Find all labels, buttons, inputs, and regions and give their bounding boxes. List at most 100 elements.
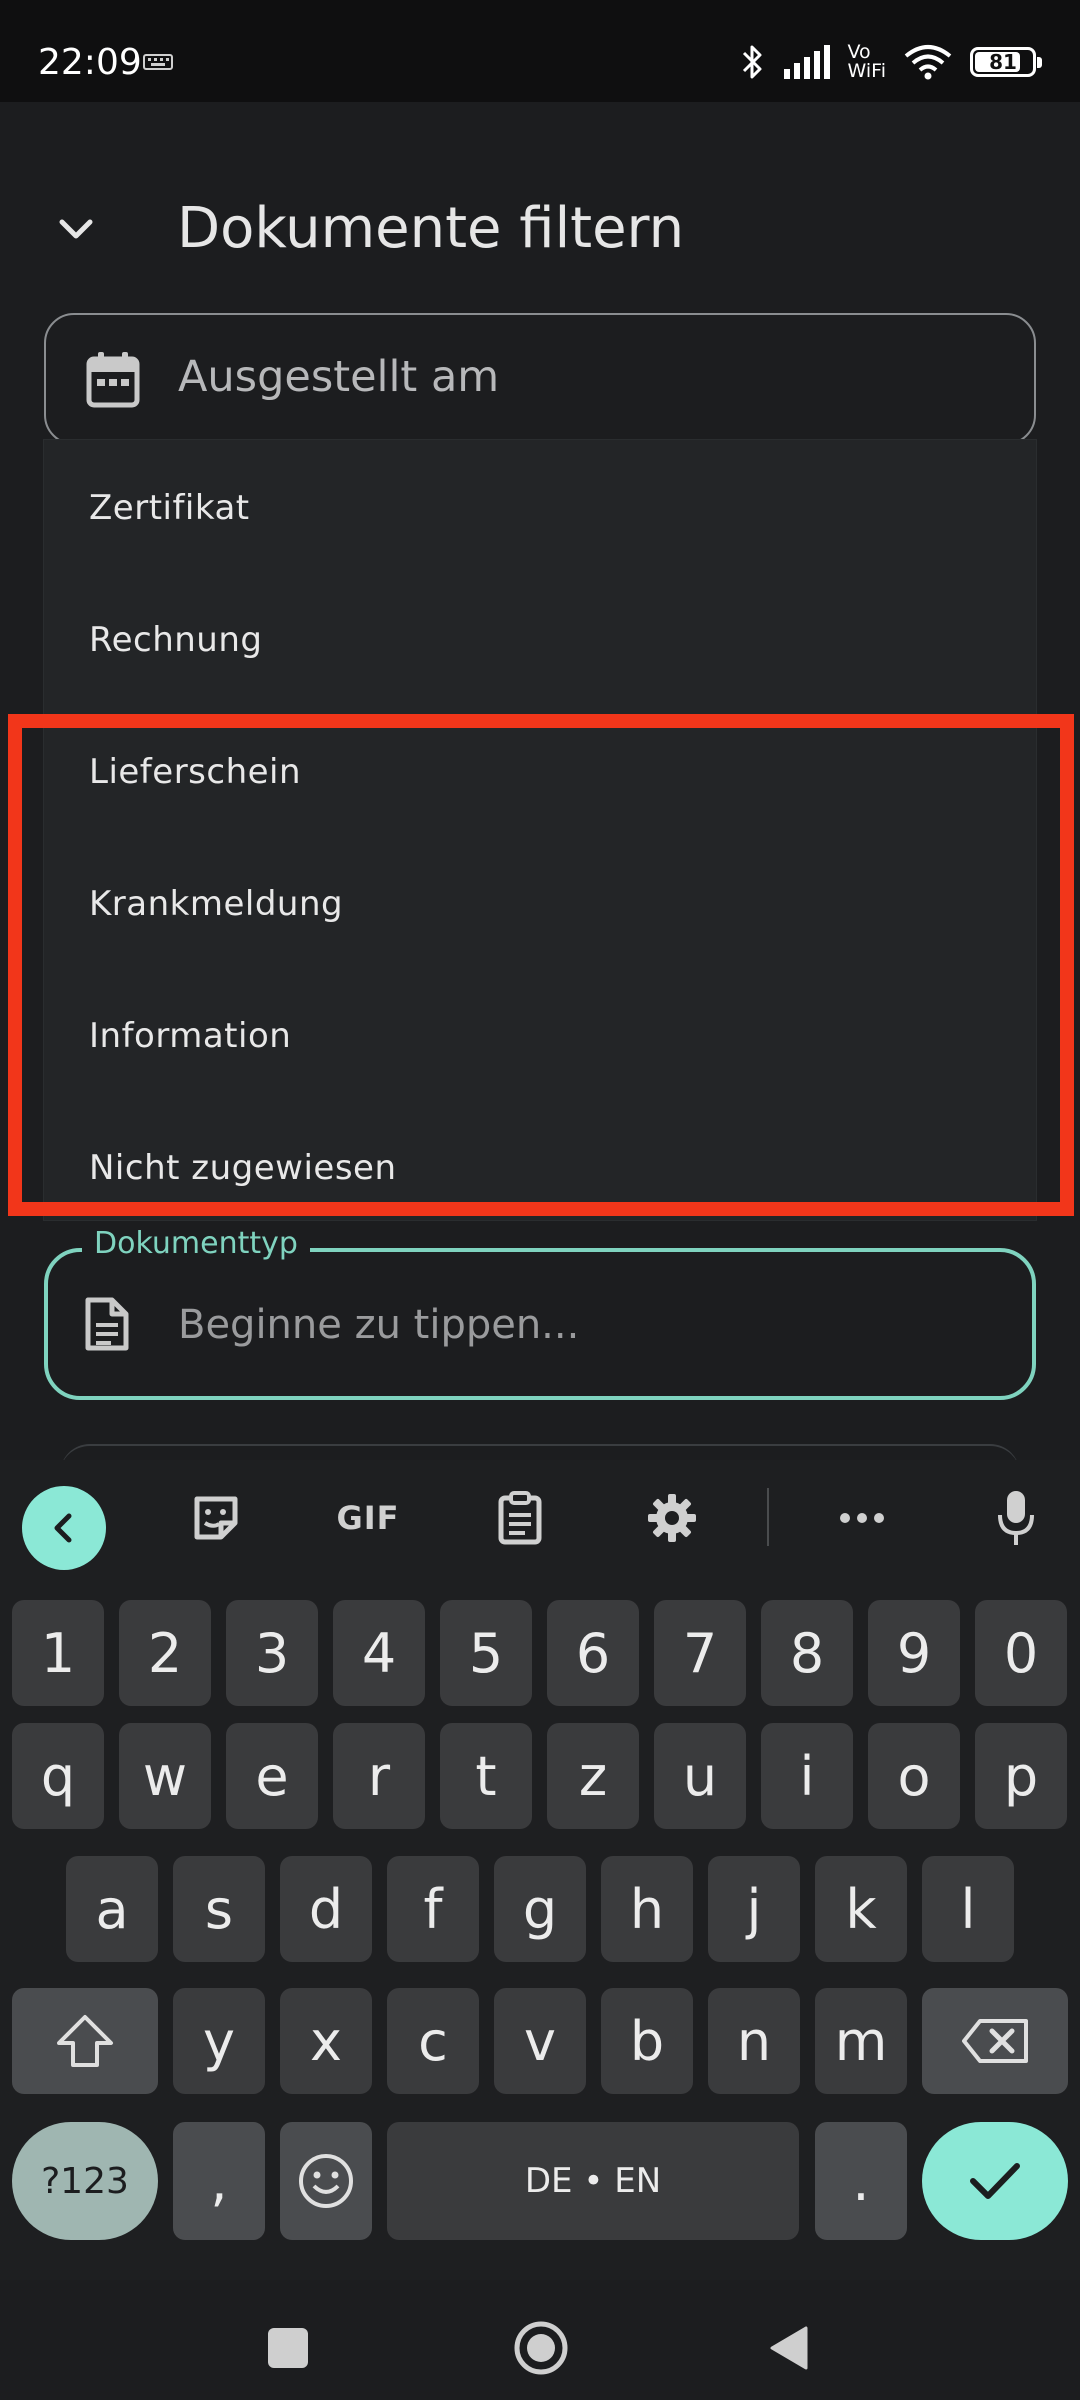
issued-date-placeholder: Ausgestellt am (178, 352, 500, 402)
key-s[interactable]: s (173, 1856, 265, 1962)
dropdown-item-nicht-zugewiesen[interactable]: Nicht zugewiesen (44, 1100, 1036, 1232)
key-e[interactable]: e (226, 1723, 318, 1829)
keyboard: GIF 1 2 3 4 5 6 7 8 9 0 q w e r t z u i … (0, 1460, 1080, 2280)
backspace-icon (962, 2019, 1028, 2063)
key-1[interactable]: 1 (12, 1600, 104, 1706)
emoji-key[interactable] (280, 2122, 372, 2240)
emoji-icon (299, 2154, 353, 2208)
key-6[interactable]: 6 (547, 1600, 639, 1706)
comma-key[interactable]: , (173, 2122, 265, 2240)
key-w[interactable]: w (119, 1723, 211, 1829)
key-8[interactable]: 8 (761, 1600, 853, 1706)
more-icon (840, 1513, 884, 1523)
key-h[interactable]: h (601, 1856, 693, 1962)
voice-input-button[interactable] (974, 1486, 1058, 1550)
dropdown-item-label: Information (89, 1016, 292, 1056)
toolbar-back-button[interactable] (22, 1486, 106, 1570)
key-g[interactable]: g (494, 1856, 586, 1962)
key-3[interactable]: 3 (226, 1600, 318, 1706)
key-d[interactable]: d (280, 1856, 372, 1962)
dropdown-item-zertifikat[interactable]: Zertifikat (44, 440, 1036, 572)
document-type-field[interactable]: Dokumenttyp Beginne zu tippen... (44, 1226, 1036, 1400)
issued-date-field[interactable]: Ausgestellt am (44, 313, 1036, 445)
key-5[interactable]: 5 (440, 1600, 532, 1706)
toolbar-separator (767, 1488, 769, 1546)
keyboard-toolbar: GIF (0, 1460, 1080, 1570)
shift-icon (57, 2015, 113, 2067)
key-x[interactable]: x (280, 1988, 372, 2094)
document-type-label: Dokumenttyp (94, 1226, 298, 1261)
vowifi-label: Vo WiFi (848, 43, 886, 81)
gear-icon (648, 1494, 696, 1542)
gif-button[interactable]: GIF (326, 1486, 410, 1550)
dropdown-item-rechnung[interactable]: Rechnung (44, 572, 1036, 704)
dropdown-item-label: Krankmeldung (89, 884, 344, 924)
settings-button[interactable] (630, 1486, 714, 1550)
bluetooth-icon (742, 45, 762, 79)
recents-button[interactable] (268, 2328, 308, 2368)
key-i[interactable]: i (761, 1723, 853, 1829)
vowifi-line2: WiFi (847, 60, 886, 82)
period-key[interactable]: . (815, 2122, 907, 2240)
key-j[interactable]: j (708, 1856, 800, 1962)
key-z[interactable]: z (547, 1723, 639, 1829)
done-key[interactable] (922, 2122, 1068, 2240)
key-4[interactable]: 4 (333, 1600, 425, 1706)
back-icon (54, 1513, 72, 1543)
key-0[interactable]: 0 (975, 1600, 1067, 1706)
key-7[interactable]: 7 (654, 1600, 746, 1706)
key-r[interactable]: r (333, 1723, 425, 1829)
mic-icon (998, 1491, 1034, 1545)
key-b[interactable]: b (601, 1988, 693, 2094)
dropdown-item-label: Nicht zugewiesen (89, 1148, 397, 1188)
checkmark-icon (970, 2163, 1020, 2199)
key-y[interactable]: y (173, 1988, 265, 2094)
document-type-label-wrap: Dokumenttyp (82, 1226, 310, 1261)
clipboard-button[interactable] (478, 1486, 562, 1550)
space-key[interactable]: DE • EN (387, 2122, 799, 2240)
navigation-bar (0, 2280, 1080, 2400)
more-button[interactable] (820, 1486, 904, 1550)
dropdown-item-label: Rechnung (89, 620, 263, 660)
symbols-key[interactable]: ?123 (12, 2122, 158, 2240)
battery-icon: 81 (970, 47, 1042, 77)
key-t[interactable]: t (440, 1723, 532, 1829)
wifi-icon (904, 45, 952, 80)
calendar-icon (86, 352, 140, 408)
dropdown-item-lieferschein[interactable]: Lieferschein (44, 704, 1036, 836)
document-type-input[interactable]: Beginne zu tippen... (178, 1302, 579, 1348)
sticker-icon (194, 1496, 238, 1540)
key-f[interactable]: f (387, 1856, 479, 1962)
key-m[interactable]: m (815, 1988, 907, 2094)
status-time: 22:09 (38, 42, 142, 83)
key-o[interactable]: o (868, 1723, 960, 1829)
key-v[interactable]: v (494, 1988, 586, 2094)
document-type-dropdown: Zertifikat Rechnung Lieferschein Krankme… (44, 440, 1036, 1220)
dropdown-item-label: Lieferschein (89, 752, 302, 792)
key-l[interactable]: l (922, 1856, 1014, 1962)
key-u[interactable]: u (654, 1723, 746, 1829)
home-button-icon[interactable] (513, 2320, 569, 2376)
key-q[interactable]: q (12, 1723, 104, 1829)
key-a[interactable]: a (66, 1856, 158, 1962)
shift-key[interactable] (12, 1988, 158, 2094)
status-icons: Vo WiFi 81 (740, 40, 1042, 84)
dropdown-item-information[interactable]: Information (44, 968, 1036, 1100)
dropdown-item-label: Zertifikat (89, 488, 250, 528)
key-n[interactable]: n (708, 1988, 800, 2094)
backspace-key[interactable] (922, 1988, 1068, 2094)
key-k[interactable]: k (815, 1856, 907, 1962)
gif-label: GIF (336, 1499, 400, 1537)
chevron-down-icon[interactable] (56, 210, 96, 250)
sticker-button[interactable] (174, 1486, 258, 1550)
clipboard-icon (498, 1491, 542, 1545)
key-2[interactable]: 2 (119, 1600, 211, 1706)
keyboard-indicator-icon (143, 54, 173, 70)
page-title: Dokumente filtern (177, 196, 685, 261)
back-button-icon[interactable] (768, 2324, 810, 2372)
key-9[interactable]: 9 (868, 1600, 960, 1706)
document-icon (85, 1297, 129, 1351)
key-c[interactable]: c (387, 1988, 479, 2094)
key-p[interactable]: p (975, 1723, 1067, 1829)
dropdown-item-krankmeldung[interactable]: Krankmeldung (44, 836, 1036, 968)
